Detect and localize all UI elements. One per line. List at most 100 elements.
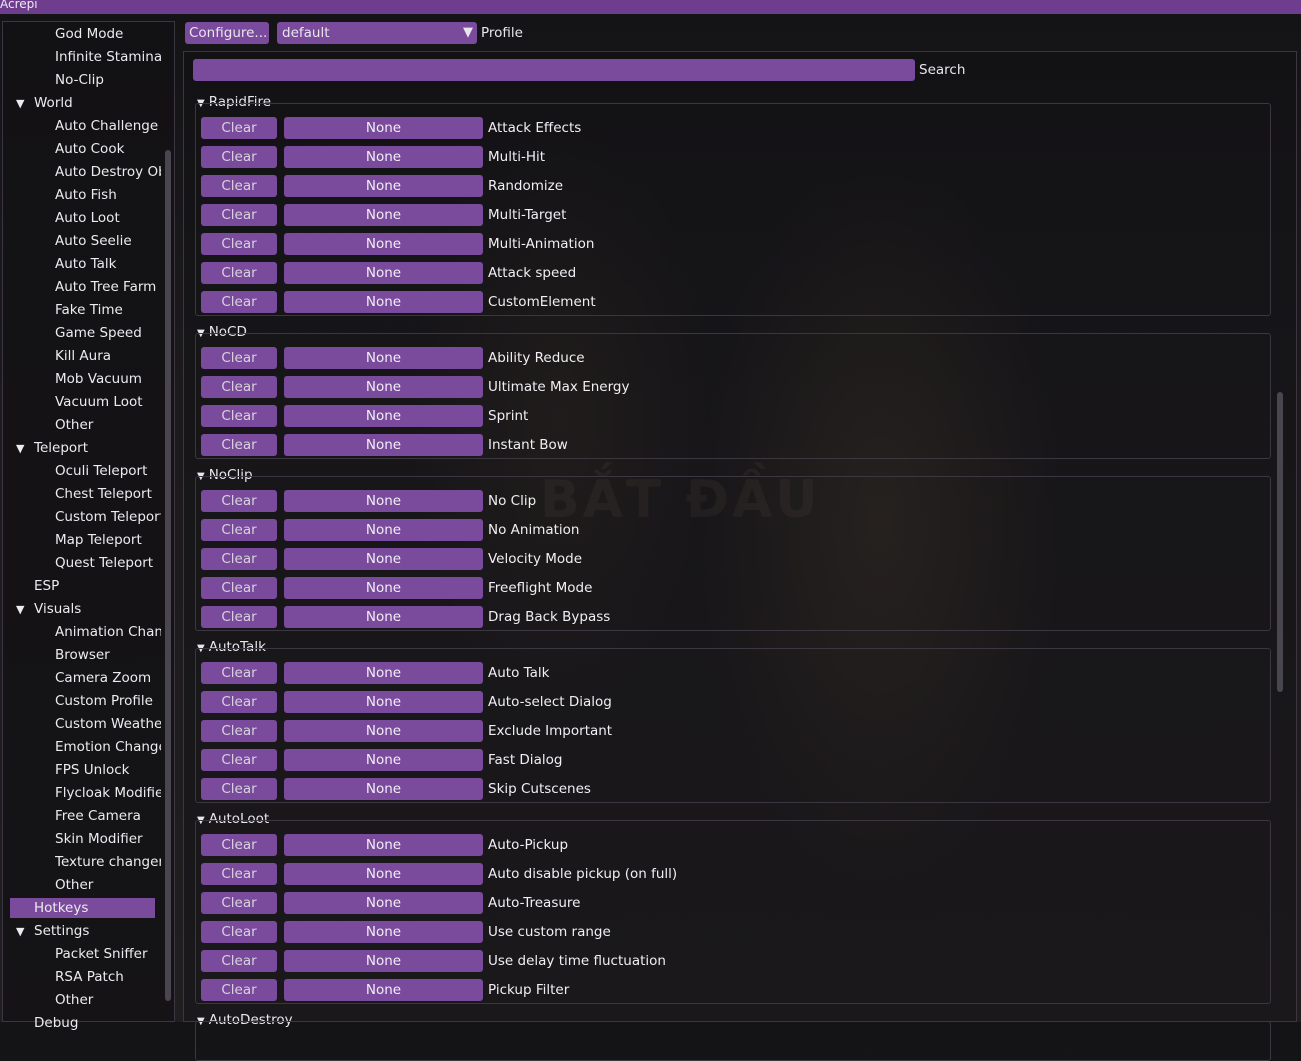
- hotkey-binding-button[interactable]: None: [284, 117, 483, 139]
- hotkey-binding-button[interactable]: None: [284, 262, 483, 284]
- clear-hotkey-button[interactable]: Clear: [201, 720, 277, 742]
- hotkey-binding-button[interactable]: None: [284, 405, 483, 427]
- clear-hotkey-button[interactable]: Clear: [201, 662, 277, 684]
- sidebar-item[interactable]: Auto Cook: [55, 139, 161, 159]
- hotkey-binding-button[interactable]: None: [284, 146, 483, 168]
- clear-hotkey-button[interactable]: Clear: [201, 233, 277, 255]
- sidebar-item[interactable]: Texture changer: [55, 852, 161, 872]
- clear-hotkey-button[interactable]: Clear: [201, 577, 277, 599]
- hotkey-binding-button[interactable]: None: [284, 921, 483, 943]
- hotkey-binding-button[interactable]: None: [284, 691, 483, 713]
- sidebar-item[interactable]: Map Teleport: [55, 530, 161, 550]
- sidebar-item[interactable]: Auto Seelie: [55, 231, 161, 251]
- clear-hotkey-button[interactable]: Clear: [201, 434, 277, 456]
- hotkey-binding-button[interactable]: None: [284, 662, 483, 684]
- hotkey-binding-button[interactable]: None: [284, 979, 483, 1001]
- sidebar-item[interactable]: Other: [55, 415, 161, 435]
- clear-hotkey-button[interactable]: Clear: [201, 405, 277, 427]
- sidebar-scrollbar[interactable]: [165, 150, 171, 1001]
- sidebar-item[interactable]: Custom Weather: [55, 714, 161, 734]
- sidebar-item[interactable]: Animation Changer: [55, 622, 161, 642]
- hotkey-binding-button[interactable]: None: [284, 233, 483, 255]
- hotkey-binding-button[interactable]: None: [284, 720, 483, 742]
- sidebar-item[interactable]: Vacuum Loot: [55, 392, 161, 412]
- sidebar-item[interactable]: Browser: [55, 645, 161, 665]
- clear-hotkey-button[interactable]: Clear: [201, 548, 277, 570]
- main-scrollbar[interactable]: [1277, 392, 1283, 692]
- clear-hotkey-button[interactable]: Clear: [201, 347, 277, 369]
- hotkey-binding-button[interactable]: None: [284, 490, 483, 512]
- hotkey-binding-button[interactable]: None: [284, 778, 483, 800]
- sidebar-item[interactable]: God Mode: [55, 24, 161, 44]
- clear-hotkey-button[interactable]: Clear: [201, 146, 277, 168]
- hotkey-binding-button[interactable]: None: [284, 892, 483, 914]
- hotkey-binding-button[interactable]: None: [284, 347, 483, 369]
- hotkey-binding-button[interactable]: None: [284, 577, 483, 599]
- clear-hotkey-button[interactable]: Clear: [201, 863, 277, 885]
- sidebar-item[interactable]: Quest Teleport: [55, 553, 161, 573]
- sidebar-item[interactable]: Skin Modifier: [55, 829, 161, 849]
- sidebar-item[interactable]: Camera Zoom: [55, 668, 161, 688]
- clear-hotkey-button[interactable]: Clear: [201, 175, 277, 197]
- hotkey-binding-button[interactable]: None: [284, 950, 483, 972]
- sidebar-item[interactable]: Hotkeys: [10, 898, 155, 918]
- sidebar-item[interactable]: Auto Destroy Objects: [55, 162, 161, 182]
- sidebar-item[interactable]: Other: [55, 875, 161, 895]
- sidebar-item[interactable]: ▼ World: [16, 93, 166, 113]
- sidebar-item[interactable]: Oculi Teleport: [55, 461, 161, 481]
- sidebar-item[interactable]: Auto Loot: [55, 208, 161, 228]
- hotkey-binding-button[interactable]: None: [284, 519, 483, 541]
- clear-hotkey-button[interactable]: Clear: [201, 691, 277, 713]
- hotkey-binding-button[interactable]: None: [284, 376, 483, 398]
- sidebar-item[interactable]: Infinite Stamina: [55, 47, 161, 67]
- sidebar-item[interactable]: Chest Teleport: [55, 484, 161, 504]
- sidebar-item[interactable]: ▼ Settings: [16, 921, 166, 941]
- search-input[interactable]: [193, 59, 915, 81]
- sidebar-item[interactable]: ESP: [34, 576, 164, 596]
- sidebar-item[interactable]: Mob Vacuum: [55, 369, 161, 389]
- sidebar-item[interactable]: FPS Unlock: [55, 760, 161, 780]
- hotkey-binding-button[interactable]: None: [284, 204, 483, 226]
- hotkey-binding-button[interactable]: None: [284, 749, 483, 771]
- sidebar-item[interactable]: Emotion Changer: [55, 737, 161, 757]
- sidebar-item[interactable]: Free Camera: [55, 806, 161, 826]
- sidebar-item[interactable]: Auto Talk: [55, 254, 161, 274]
- sidebar-item[interactable]: Auto Tree Farm: [55, 277, 161, 297]
- hotkey-binding-button[interactable]: None: [284, 548, 483, 570]
- hotkey-binding-button[interactable]: None: [284, 175, 483, 197]
- sidebar-item[interactable]: Auto Fish: [55, 185, 161, 205]
- clear-hotkey-button[interactable]: Clear: [201, 204, 277, 226]
- sidebar-item[interactable]: Fake Time: [55, 300, 161, 320]
- hotkey-binding-button[interactable]: None: [284, 606, 483, 628]
- clear-hotkey-button[interactable]: Clear: [201, 979, 277, 1001]
- sidebar-item[interactable]: Custom Profile: [55, 691, 161, 711]
- profile-select[interactable]: default ▼: [277, 22, 477, 44]
- sidebar-item[interactable]: Debug: [34, 1013, 164, 1033]
- hotkey-binding-button[interactable]: None: [284, 434, 483, 456]
- sidebar-item[interactable]: Custom Teleport: [55, 507, 161, 527]
- sidebar-item[interactable]: Kill Aura: [55, 346, 161, 366]
- sidebar-item[interactable]: Other: [55, 990, 161, 1010]
- sidebar-item[interactable]: Packet Sniffer: [55, 944, 161, 964]
- sidebar-item[interactable]: Game Speed: [55, 323, 161, 343]
- clear-hotkey-button[interactable]: Clear: [201, 291, 277, 313]
- clear-hotkey-button[interactable]: Clear: [201, 606, 277, 628]
- clear-hotkey-button[interactable]: Clear: [201, 749, 277, 771]
- sidebar-item[interactable]: Flycloak Modifier: [55, 783, 161, 803]
- configure-button[interactable]: Configure...: [185, 22, 269, 44]
- clear-hotkey-button[interactable]: Clear: [201, 262, 277, 284]
- clear-hotkey-button[interactable]: Clear: [201, 834, 277, 856]
- sidebar-item[interactable]: ▼ Teleport: [16, 438, 166, 458]
- hotkey-binding-button[interactable]: None: [284, 834, 483, 856]
- hotkey-binding-button[interactable]: None: [284, 863, 483, 885]
- hotkey-binding-button[interactable]: None: [284, 291, 483, 313]
- clear-hotkey-button[interactable]: Clear: [201, 950, 277, 972]
- clear-hotkey-button[interactable]: Clear: [201, 921, 277, 943]
- clear-hotkey-button[interactable]: Clear: [201, 778, 277, 800]
- sidebar-item[interactable]: ▼ Visuals: [16, 599, 166, 619]
- sidebar-item[interactable]: Auto Challenge: [55, 116, 161, 136]
- sidebar-item[interactable]: No-Clip: [55, 70, 161, 90]
- clear-hotkey-button[interactable]: Clear: [201, 892, 277, 914]
- clear-hotkey-button[interactable]: Clear: [201, 376, 277, 398]
- clear-hotkey-button[interactable]: Clear: [201, 519, 277, 541]
